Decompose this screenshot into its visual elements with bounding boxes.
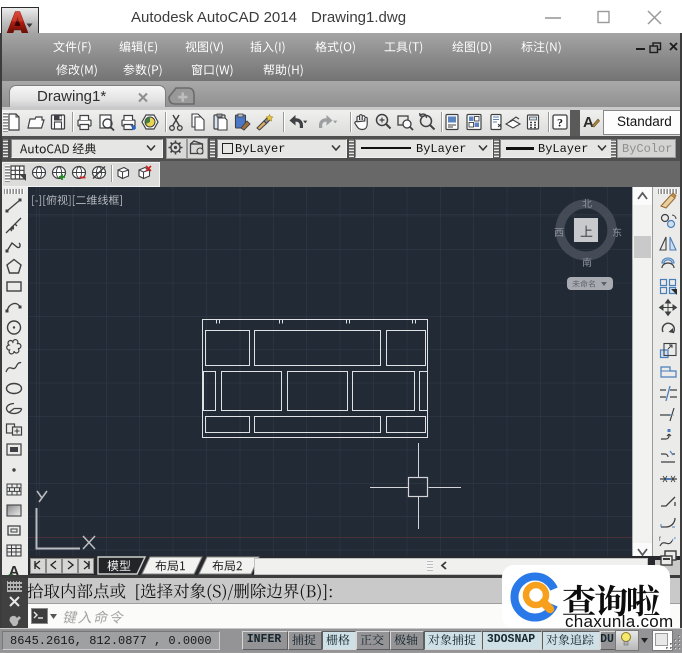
svg-text:?: ? [557,116,563,130]
svg-text:f: f [659,537,661,543]
svg-text:A: A [583,114,594,131]
